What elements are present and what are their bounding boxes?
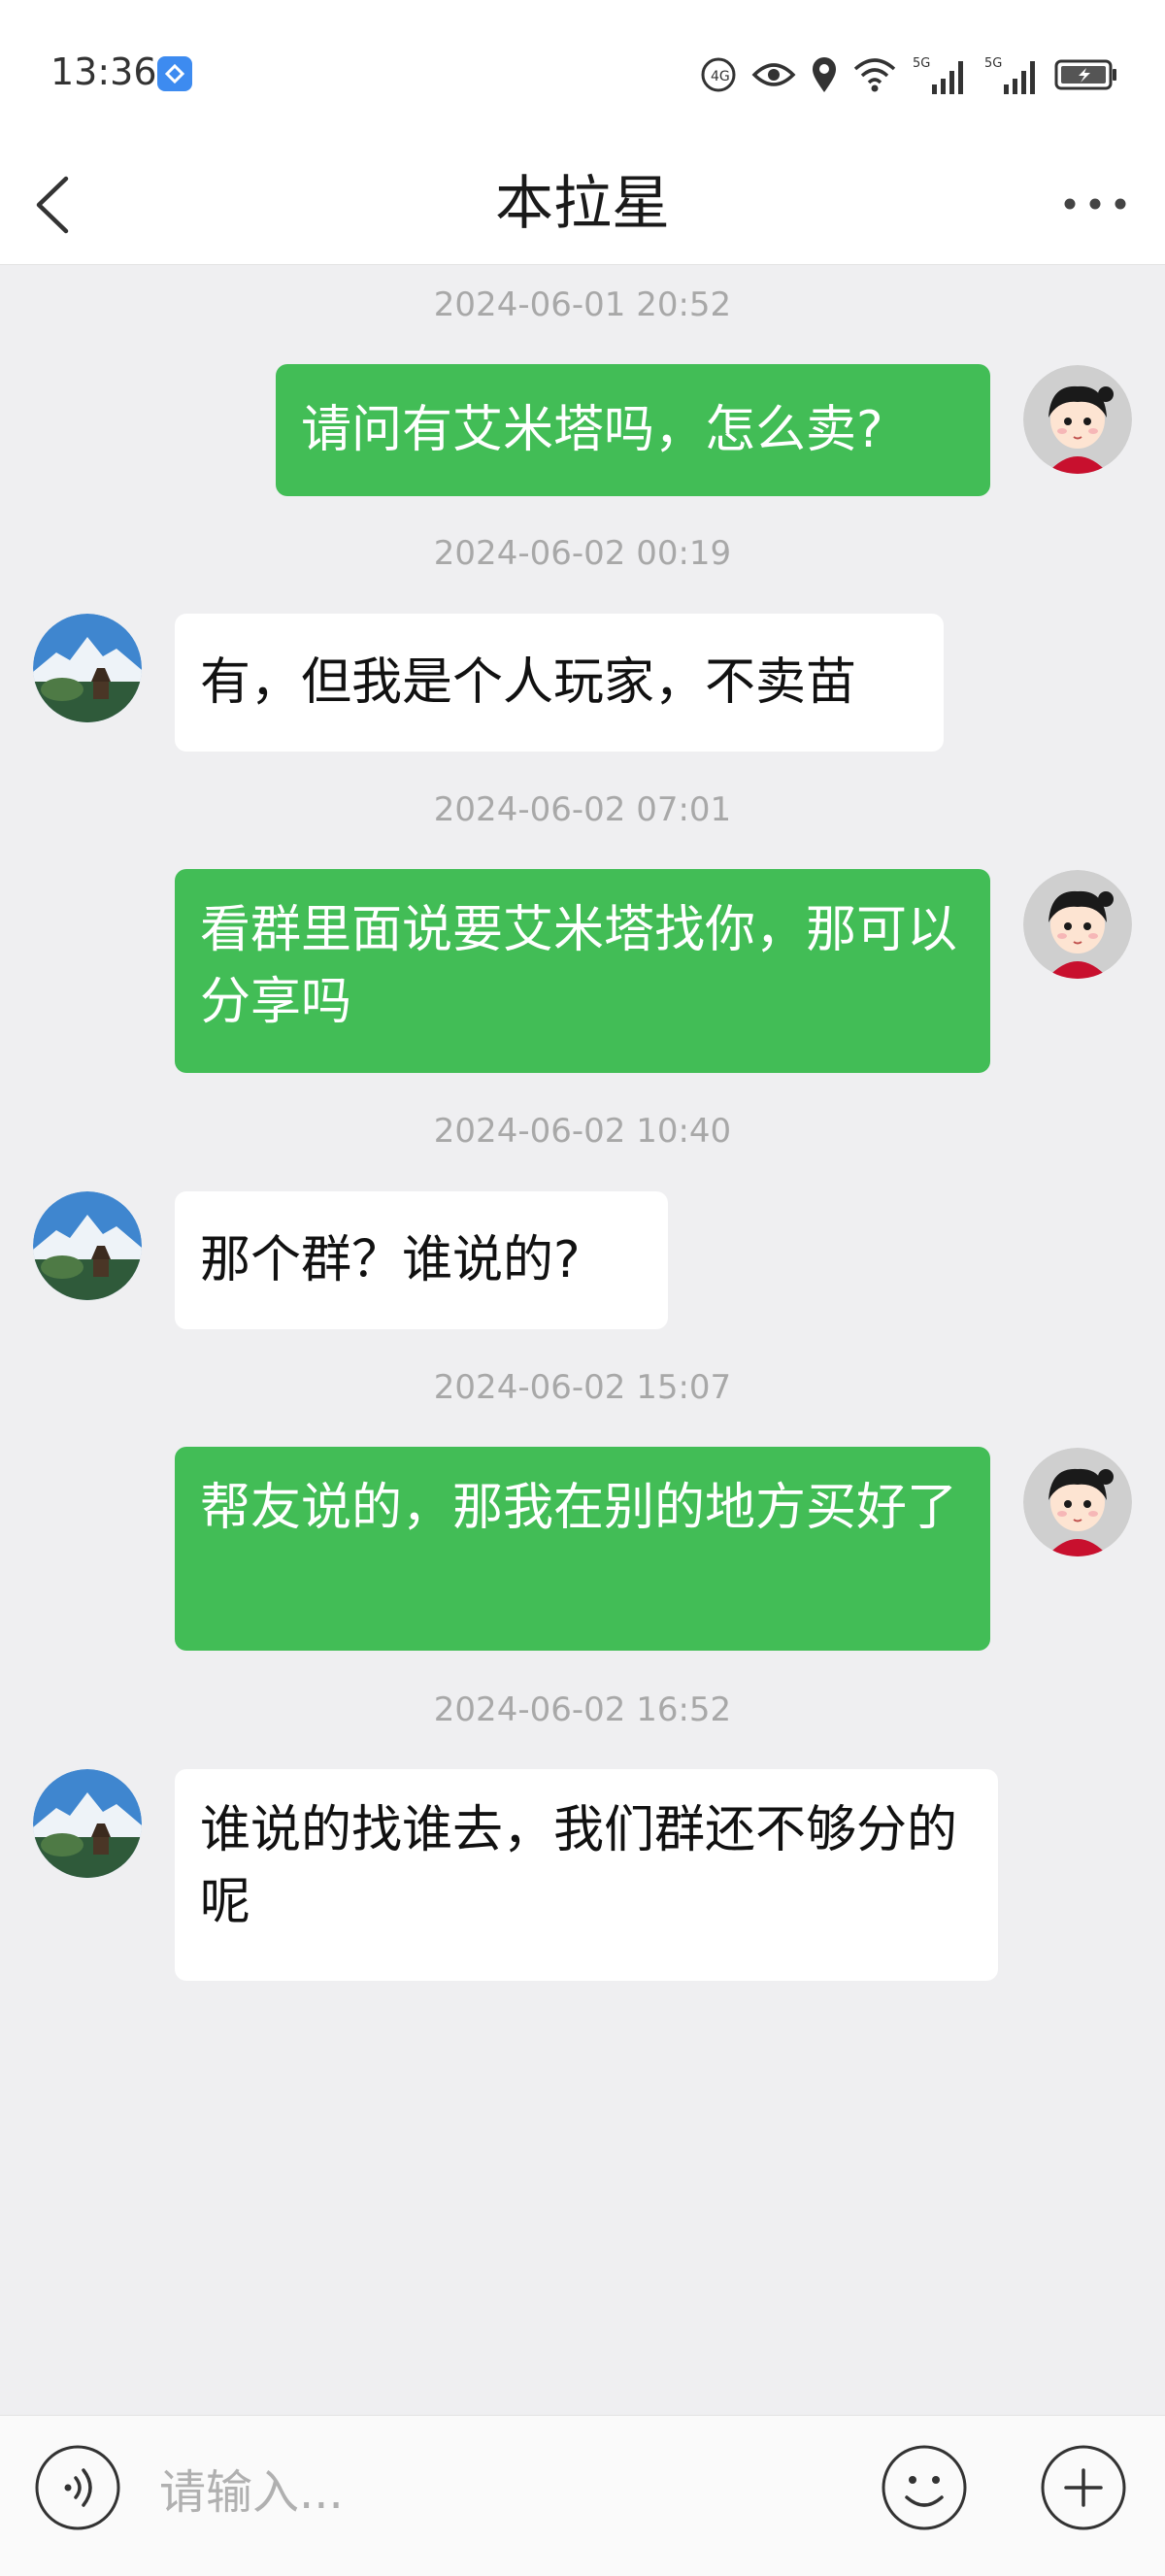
contact-message-bubble[interactable]: 有，但我是个人玩家，不卖苗	[175, 614, 944, 752]
app-notification-icon	[157, 56, 192, 91]
status-time: 13:36	[50, 50, 157, 93]
my-avatar[interactable]	[1023, 365, 1132, 474]
input-bar	[0, 2415, 1165, 2576]
emoji-icon	[882, 2445, 967, 2530]
contact-avatar[interactable]	[33, 614, 142, 722]
eye-icon	[751, 63, 796, 86]
message-list[interactable]: 2024-06-01 20:52 请问有艾米塔吗，怎么卖? 2024-06-02…	[0, 264, 1165, 2415]
more-dots-icon	[1064, 198, 1126, 210]
message-timestamp: 2024-06-01 20:52	[433, 285, 732, 324]
hd-icon: 4G	[701, 57, 736, 92]
more-actions-button[interactable]	[1039, 2443, 1128, 2532]
contact-message-bubble[interactable]: 谁说的找谁去，我们群还不够分的呢	[175, 1769, 998, 1981]
my-message-bubble[interactable]: 看群里面说要艾米塔找你，那可以分享吗	[175, 869, 990, 1073]
wifi-icon	[853, 58, 896, 92]
message-timestamp: 2024-06-02 00:19	[433, 534, 732, 573]
contact-avatar[interactable]	[33, 1769, 142, 1878]
message-timestamp: 2024-06-02 15:07	[433, 1368, 732, 1407]
status-icons: 4G 5G 5G	[699, 50, 1118, 99]
my-message-bubble[interactable]: 请问有艾米塔吗，怎么卖?	[276, 364, 990, 496]
contact-message-bubble[interactable]: 那个群？谁说的?	[175, 1191, 668, 1329]
signal-5g-icon: 5G	[984, 56, 1035, 94]
more-options-button[interactable]	[1056, 175, 1134, 233]
svg-text:5G: 5G	[984, 56, 1002, 71]
my-avatar[interactable]	[1023, 1448, 1132, 1556]
chat-title: 本拉星	[495, 170, 670, 238]
my-avatar[interactable]	[1023, 870, 1132, 979]
battery-icon	[1054, 59, 1116, 90]
message-timestamp: 2024-06-02 10:40	[433, 1112, 732, 1151]
location-icon	[813, 57, 836, 92]
signal-5g-icon: 5G	[913, 56, 963, 94]
message-timestamp: 2024-06-02 16:52	[433, 1690, 732, 1729]
emoji-button[interactable]	[880, 2443, 969, 2532]
my-message-bubble[interactable]: 帮友说的，那我在别的地方买好了	[175, 1447, 990, 1651]
chat-header: 本拉星	[0, 146, 1165, 265]
svg-text:5G: 5G	[913, 56, 930, 71]
contact-avatar[interactable]	[33, 1191, 142, 1300]
svg-text:4G: 4G	[711, 69, 730, 84]
plus-icon	[1041, 2445, 1126, 2530]
status-bar: 13:36 4G 5G 5G	[0, 0, 1165, 146]
message-input[interactable]	[157, 2453, 841, 2532]
voice-icon	[35, 2445, 120, 2530]
message-timestamp: 2024-06-02 07:01	[433, 790, 732, 829]
voice-button[interactable]	[33, 2443, 122, 2532]
